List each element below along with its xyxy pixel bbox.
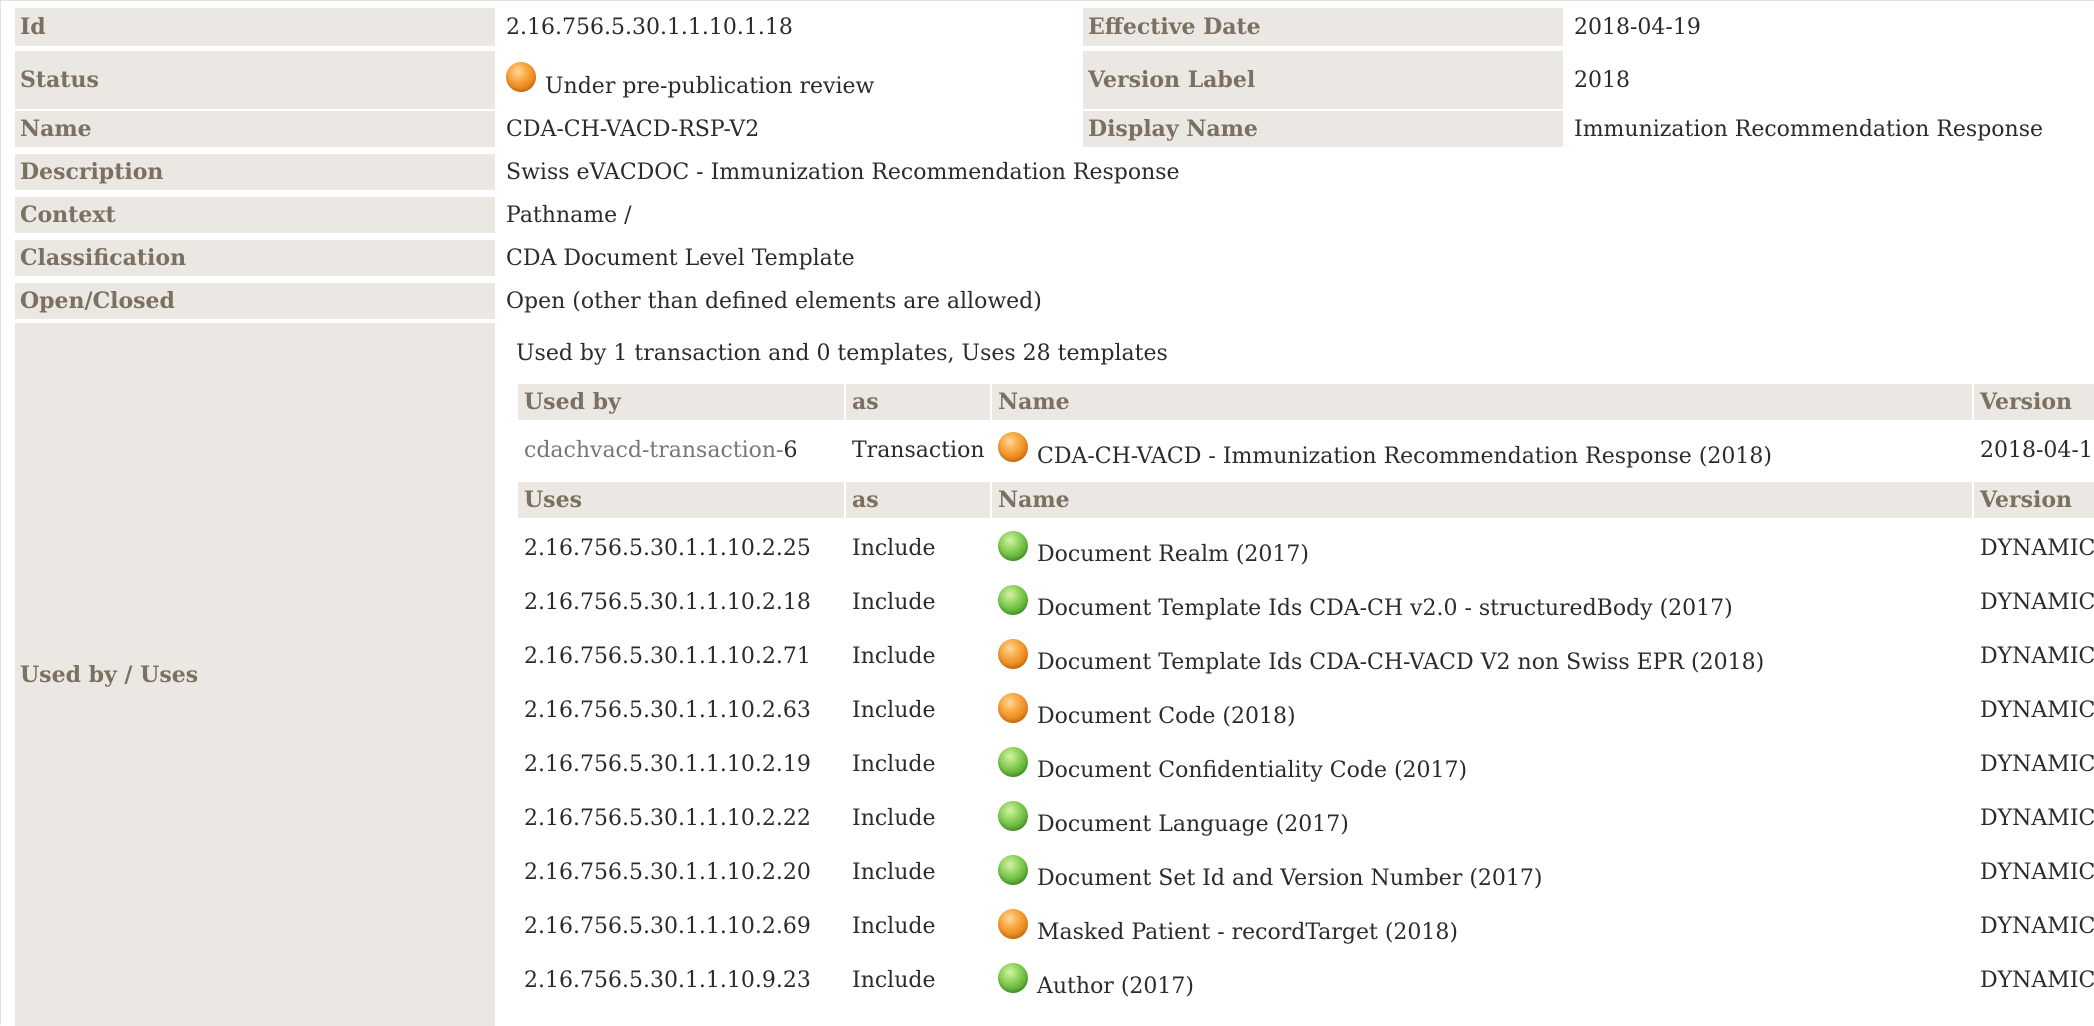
context-label: Context (15, 197, 495, 233)
uses-header-col4: Version (1974, 482, 2094, 518)
name-value: CDA-CH-VACD-RSP-V2 (506, 116, 760, 142)
uses-row-1-as: Include (852, 535, 936, 561)
uses-header-col1: Uses (518, 482, 844, 518)
uses-row-4-version: DYNAMIC (1980, 697, 2094, 723)
uses-row-9-name-text[interactable]: Author (2017) (1037, 974, 1194, 999)
uses-row-9-name[interactable]: Author (2017) (992, 960, 1972, 1000)
uses-row-8-as: Include (852, 913, 936, 939)
classification-label: Classification (15, 240, 495, 276)
id-label: Id (15, 8, 495, 46)
status-value: Under pre-publication review (501, 51, 1081, 109)
uses-row-5-id[interactable]: 2.16.756.5.30.1.1.10.2.19 (518, 744, 844, 784)
uses-row-6-status-green-icon (998, 801, 1028, 831)
uses-row-2-id[interactable]: 2.16.756.5.30.1.1.10.2.18 (518, 582, 844, 622)
uses-row-7-version: DYNAMIC (1980, 859, 2094, 885)
usage-summary: Used by 1 transaction and 0 templates, U… (516, 340, 1168, 366)
usedby-header-col4: Version (1974, 384, 2094, 420)
uses-row-1-version: DYNAMIC (1980, 535, 2094, 561)
usedby-status-orange-icon (998, 432, 1028, 462)
usedby-uses-label: Used by / Uses (15, 323, 495, 1026)
uses-header-col3: Name (992, 482, 1972, 518)
effective-date-value: 2018-04-19 (1574, 14, 1701, 40)
uses-row-8-name-text[interactable]: Masked Patient - recordTarget (2018) (1037, 920, 1458, 945)
uses-row-5-version: DYNAMIC (1980, 751, 2094, 777)
uses-row-2-name[interactable]: Document Template Ids CDA-CH v2.0 - stru… (992, 582, 1972, 622)
uses-row-7-name[interactable]: Document Set Id and Version Number (2017… (992, 852, 1972, 892)
display-name-value: Immunization Recommendation Response (1574, 116, 2044, 142)
uses-row-4-status-orange-icon (998, 693, 1028, 723)
uses-row-4-as: Include (852, 697, 936, 723)
uses-row-7-status-green-icon (998, 855, 1028, 885)
uses-row-3-id[interactable]: 2.16.756.5.30.1.1.10.2.71 (518, 636, 844, 676)
uses-row-6-id[interactable]: 2.16.756.5.30.1.1.10.2.22 (518, 798, 844, 838)
usedby-header-col2: as (846, 384, 990, 420)
uses-row-9-as: Include (852, 967, 936, 993)
uses-row-6-as: Include (852, 805, 936, 831)
uses-row-4-id[interactable]: 2.16.756.5.30.1.1.10.2.63 (518, 690, 844, 730)
uses-row-8-version: DYNAMIC (1980, 913, 2094, 939)
template-detail-panel: Id 2.16.756.5.30.1.1.10.1.18 Effective D… (0, 0, 2094, 1026)
uses-row-3-name[interactable]: Document Template Ids CDA-CH-VACD V2 non… (992, 636, 1972, 676)
open-closed-label: Open/Closed (15, 283, 495, 319)
uses-row-2-version: DYNAMIC (1980, 589, 2094, 615)
usedby-transaction-suffix[interactable]: 6 (784, 438, 798, 463)
context-value: Pathname / (506, 202, 632, 228)
uses-row-5-status-green-icon (998, 747, 1028, 777)
uses-row-9-id[interactable]: 2.16.756.5.30.1.1.10.9.23 (518, 960, 844, 1000)
uses-row-6-version: DYNAMIC (1980, 805, 2094, 831)
uses-row-2-as: Include (852, 589, 936, 615)
uses-row-1-status-green-icon (998, 531, 1028, 561)
usedby-header-col3: Name (992, 384, 1972, 420)
uses-row-5-name[interactable]: Document Confidentiality Code (2017) (992, 744, 1972, 784)
usedby-version: 2018-04-10 (1980, 437, 2094, 463)
uses-header-col2: as (846, 482, 990, 518)
uses-row-3-name-text[interactable]: Document Template Ids CDA-CH-VACD V2 non… (1037, 650, 1764, 675)
uses-row-4-name[interactable]: Document Code (2018) (992, 690, 1972, 730)
name-label: Name (15, 111, 495, 147)
usedby-as: Transaction (852, 437, 985, 463)
open-closed-value: Open (other than defined elements are al… (506, 288, 1042, 314)
uses-row-9-status-green-icon (998, 963, 1028, 993)
status-label: Status (15, 51, 495, 109)
uses-row-2-name-text[interactable]: Document Template Ids CDA-CH v2.0 - stru… (1037, 596, 1733, 621)
status-text: Under pre-publication review (545, 73, 875, 99)
id-value: 2.16.756.5.30.1.1.10.1.18 (506, 14, 793, 40)
uses-row-8-id[interactable]: 2.16.756.5.30.1.1.10.2.69 (518, 906, 844, 946)
usedby-name[interactable]: CDA-CH-VACD - Immunization Recommendatio… (992, 428, 1972, 472)
uses-row-7-id[interactable]: 2.16.756.5.30.1.1.10.2.20 (518, 852, 844, 892)
uses-row-7-as: Include (852, 859, 936, 885)
uses-row-1-name-text[interactable]: Document Realm (2017) (1037, 542, 1309, 567)
uses-row-9-version: DYNAMIC (1980, 967, 2094, 993)
description-value: Swiss eVACDOC - Immunization Recommendat… (506, 159, 1180, 185)
uses-row-7-name-text[interactable]: Document Set Id and Version Number (2017… (1037, 866, 1543, 891)
uses-row-8-status-orange-icon (998, 909, 1028, 939)
uses-row-6-name-text[interactable]: Document Language (2017) (1037, 812, 1349, 837)
uses-row-3-as: Include (852, 643, 936, 669)
uses-row-3-version: DYNAMIC (1980, 643, 2094, 669)
usedby-header-col1: Used by (518, 384, 844, 420)
classification-value: CDA Document Level Template (506, 245, 855, 271)
version-label-value: 2018 (1574, 67, 1630, 93)
uses-row-1-name[interactable]: Document Realm (2017) (992, 528, 1972, 568)
usedby-transaction-link[interactable]: cdachvacd-transaction- 6 (518, 428, 844, 472)
uses-row-8-name[interactable]: Masked Patient - recordTarget (2018) (992, 906, 1972, 946)
uses-row-2-status-green-icon (998, 585, 1028, 615)
uses-row-3-status-orange-icon (998, 639, 1028, 669)
description-label: Description (15, 154, 495, 190)
usedby-transaction-prefix[interactable]: cdachvacd-transaction- (524, 438, 784, 463)
usedby-name-text[interactable]: CDA-CH-VACD - Immunization Recommendatio… (1037, 444, 1772, 469)
status-orange-icon (506, 62, 536, 92)
display-name-label: Display Name (1083, 111, 1563, 147)
uses-row-4-name-text[interactable]: Document Code (2018) (1037, 704, 1296, 729)
uses-row-5-as: Include (852, 751, 936, 777)
uses-row-6-name[interactable]: Document Language (2017) (992, 798, 1972, 838)
uses-row-1-id[interactable]: 2.16.756.5.30.1.1.10.2.25 (518, 528, 844, 568)
version-label-label: Version Label (1083, 51, 1563, 109)
uses-row-5-name-text[interactable]: Document Confidentiality Code (2017) (1037, 758, 1467, 783)
effective-date-label: Effective Date (1083, 8, 1563, 46)
